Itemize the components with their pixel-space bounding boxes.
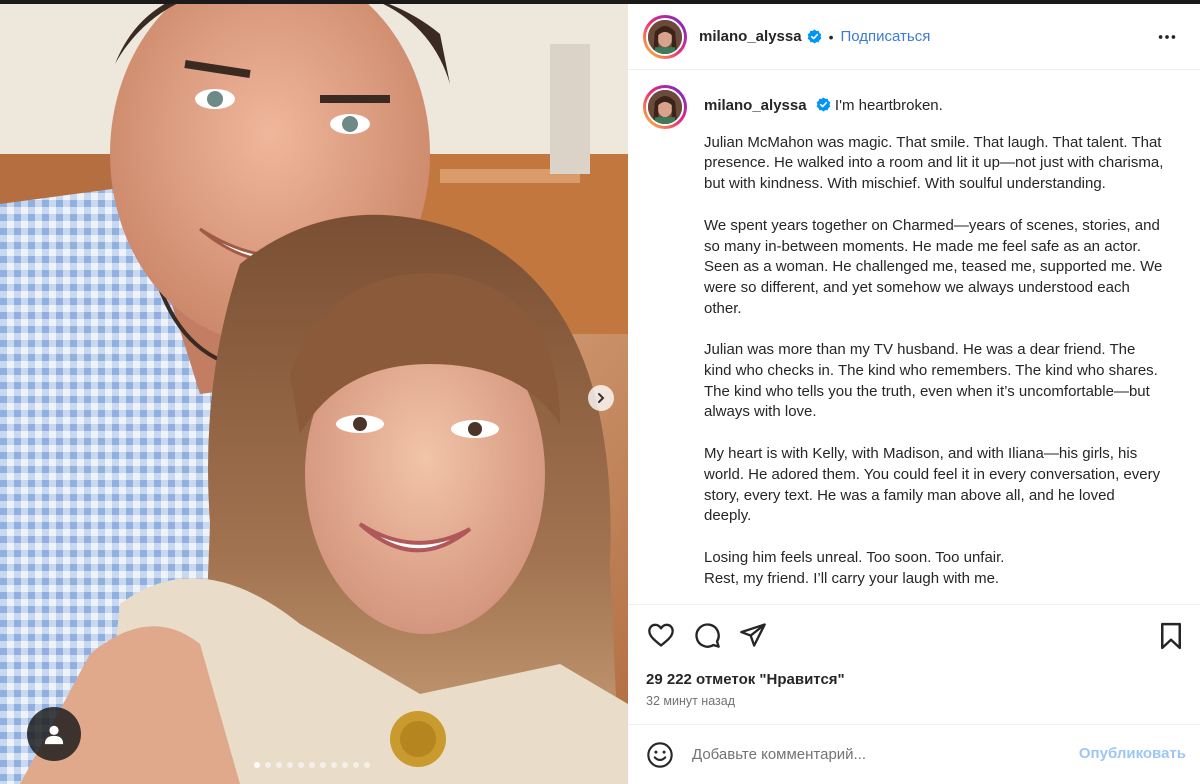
chevron-right-icon	[598, 393, 605, 403]
caption-paragraph: Losing him feels unreal. Too soon. Too u…	[704, 548, 1005, 587]
more-options-icon[interactable]	[1156, 26, 1178, 48]
caption-avatar[interactable]	[643, 85, 687, 129]
carousel-dot	[254, 762, 260, 768]
caption-scroll-area[interactable]: milano_alyssa I'm heartbroken. Julian Mc…	[628, 71, 1200, 605]
avatar-image	[648, 19, 682, 54]
caption-first-line: I'm heartbroken.	[834, 97, 943, 114]
caption-paragraph: We spent years together on Charmed—years…	[704, 216, 1163, 317]
post-header: milano_alyssa • Подписаться	[628, 4, 1200, 70]
share-icon	[740, 623, 766, 647]
share-button[interactable]	[738, 620, 768, 650]
follow-button[interactable]: Подписаться	[840, 28, 930, 45]
avatar-image	[648, 90, 682, 124]
carousel-dot	[276, 762, 282, 768]
carousel-dot	[331, 762, 337, 768]
comment-bar: Опубликовать	[628, 724, 1200, 784]
post-media[interactable]	[0, 4, 628, 784]
header-separator: •	[828, 28, 834, 45]
carousel-dot	[287, 762, 293, 768]
carousel-dot	[265, 762, 271, 768]
carousel-dot	[320, 762, 326, 768]
heart-icon	[648, 623, 674, 647]
verified-badge-icon	[807, 29, 821, 44]
comment-input[interactable]	[692, 746, 1062, 763]
caption-paragraph: Julian McMahon was magic. That smile. Th…	[704, 133, 1164, 193]
carousel-dot	[353, 762, 359, 768]
caption-paragraph: My heart is with Kelly, with Madison, an…	[704, 445, 1161, 525]
post-side-panel: milano_alyssa • Подписаться milano_alyss…	[628, 4, 1200, 784]
caption-username[interactable]: milano_alyssa	[704, 97, 807, 114]
like-button[interactable]	[646, 620, 676, 650]
carousel-dot	[298, 762, 304, 768]
likes-count[interactable]: 29 222 отметок "Нравится"	[628, 671, 1200, 688]
tagged-users-button[interactable]	[27, 707, 81, 761]
emoji-icon[interactable]	[646, 741, 674, 769]
bookmark-icon[interactable]	[1156, 621, 1186, 651]
carousel-next-button[interactable]	[588, 385, 614, 411]
post-actions: 29 222 отметок "Нравится" 32 минут назад	[628, 604, 1200, 724]
user-tag-icon	[44, 725, 64, 745]
carousel-indicator	[254, 762, 370, 768]
carousel-dot	[309, 762, 315, 768]
post-timestamp[interactable]: 32 минут назад	[628, 694, 1200, 708]
carousel-dot	[342, 762, 348, 768]
post-photo	[0, 4, 628, 784]
avatar[interactable]	[643, 14, 687, 59]
publish-button[interactable]: Опубликовать	[1079, 745, 1186, 762]
caption-paragraph: Julian was more than my TV husband. He w…	[704, 341, 1158, 421]
comment-icon	[695, 623, 720, 648]
author-username[interactable]: milano_alyssa	[699, 28, 802, 45]
verified-badge-icon	[816, 97, 830, 112]
comment-button[interactable]	[692, 620, 722, 650]
carousel-dot	[364, 762, 370, 768]
caption-comment: milano_alyssa I'm heartbroken. Julian Mc…	[628, 71, 1200, 589]
